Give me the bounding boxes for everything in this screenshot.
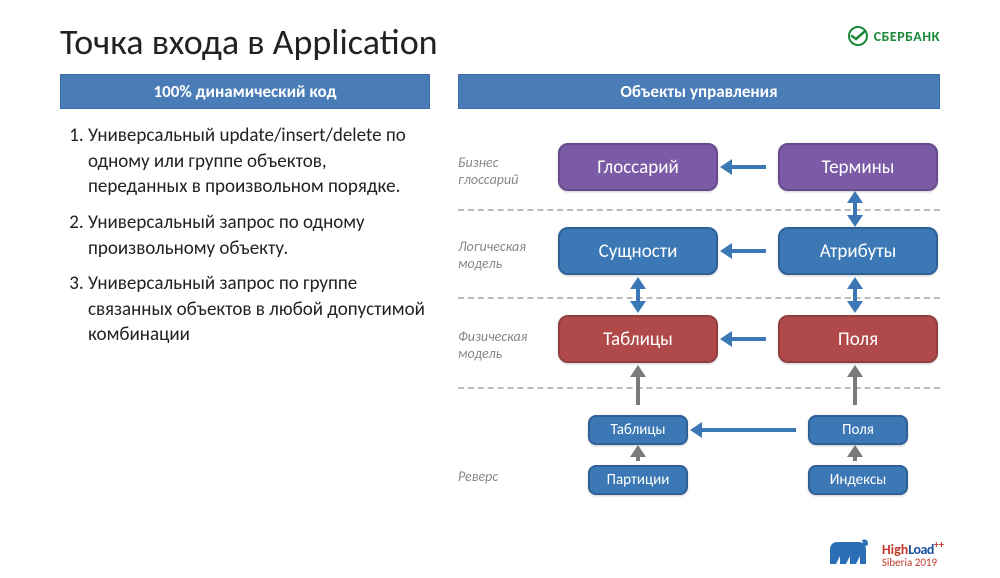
arrow-h xyxy=(730,337,766,341)
arrow-h xyxy=(700,428,796,432)
box-terms: Термины xyxy=(778,143,938,191)
sberbank-logo: СБЕРБАНК xyxy=(848,26,940,46)
box-partitions: Партиции xyxy=(588,465,688,495)
arrow-gray-up xyxy=(853,375,857,405)
box-fields: Поля xyxy=(778,315,938,363)
arrow-gray-up xyxy=(636,375,640,405)
arrow-gray-up xyxy=(853,455,857,461)
highload-logo: HighLoad++ Siberia 2019 xyxy=(882,543,944,568)
list-item: Универсальный запрос по одному произволь… xyxy=(88,210,430,261)
bear-icon xyxy=(824,534,872,568)
dynamic-code-list: Универсальный update/insert/delete по од… xyxy=(60,123,430,348)
box-tables: Таблицы xyxy=(558,315,718,363)
footer-logos: HighLoad++ Siberia 2019 xyxy=(824,534,944,568)
divider xyxy=(458,387,940,389)
hl-plus: ++ xyxy=(934,538,944,551)
arrow-gray-up xyxy=(636,455,640,461)
arrow-h xyxy=(730,249,766,253)
objects-diagram: Бизнес глоссарий Логическая модель Физич… xyxy=(458,119,940,549)
label-physical: Физическая модель xyxy=(458,329,544,363)
arrow-v xyxy=(853,287,857,303)
sber-logo-text: СБЕРБАНК xyxy=(874,28,940,45)
box-tables2: Таблицы xyxy=(588,415,688,445)
page-title: Точка входа в Application xyxy=(60,20,438,64)
left-header: 100% динамический код xyxy=(60,74,430,109)
arrow-v xyxy=(853,201,857,217)
sber-logo-icon xyxy=(848,26,868,46)
box-glossary: Глоссарий xyxy=(558,143,718,191)
arrow-h xyxy=(730,165,766,169)
list-item: Универсальный update/insert/delete по од… xyxy=(88,123,430,200)
label-reverse: Реверс xyxy=(458,469,544,486)
hl-sub: Siberia 2019 xyxy=(882,557,944,568)
label-biz: Бизнес глоссарий xyxy=(458,155,544,189)
box-entities: Сущности xyxy=(558,227,718,275)
box-fields2: Поля xyxy=(808,415,908,445)
divider xyxy=(458,297,940,299)
label-logical: Логическая модель xyxy=(458,239,544,273)
right-header: Объекты управления xyxy=(458,74,940,109)
arrow-v xyxy=(636,287,640,303)
box-attrs: Атрибуты xyxy=(778,227,938,275)
list-item: Универсальный запрос по группе связанных… xyxy=(88,271,430,348)
divider xyxy=(458,209,940,211)
box-indexes: Индексы xyxy=(808,465,908,495)
